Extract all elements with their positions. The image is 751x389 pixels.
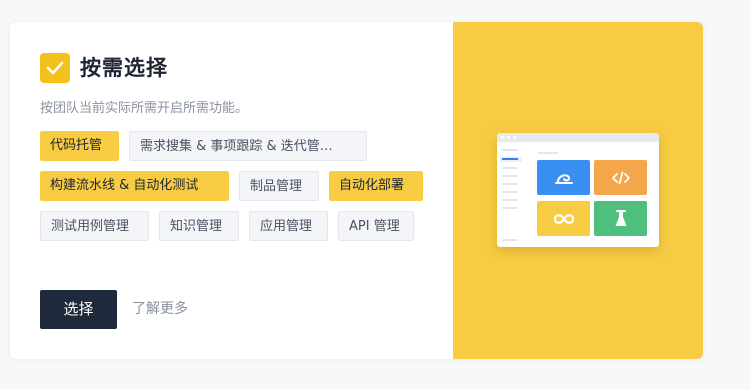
project-tile [537,160,590,195]
feature-content: 按需选择 按团队当前实际所需开启所需功能。 代码托管 需求搜集 & 事项跟踪 &… [10,22,453,359]
window-dot [513,136,516,139]
code-tile [594,160,647,195]
window-dot [507,136,510,139]
app-window-illustration [497,133,659,247]
tag-api-management[interactable]: API 管理 [338,211,414,241]
testing-tile [594,201,647,236]
sidebar-line [502,183,518,185]
check-icon [46,61,64,75]
pipeline-tile [537,201,590,236]
sidebar-line [502,149,518,151]
content-line [538,152,558,154]
flask-icon [615,209,626,226]
tag-knowledge-management[interactable]: 知识管理 [159,211,239,241]
tag-test-case-management[interactable]: 测试用例管理 [40,211,149,241]
tag-requirements-tracking[interactable]: 需求搜集 & 事项跟踪 & 迭代管… [129,131,367,161]
sidebar-active-item [500,157,522,162]
code-icon [611,171,630,184]
feature-description: 按团队当前实际所需开启所需功能。 [40,101,249,116]
sidebar-line [502,239,518,241]
tag-auto-deploy[interactable]: 自动化部署 [329,171,423,201]
infinity-icon [553,213,574,224]
feature-card: 按需选择 按团队当前实际所需开启所需功能。 代码托管 需求搜集 & 事项跟踪 &… [10,22,703,359]
window-dot [501,136,504,139]
sidebar-line [502,199,518,201]
sidebar-line [502,167,518,169]
window-titlebar [497,133,659,142]
sidebar-line [502,207,518,209]
sidebar-line [502,191,518,193]
illustration-panel [453,22,703,359]
tag-code-hosting[interactable]: 代码托管 [40,131,119,161]
project-icon [554,173,573,184]
feature-title: 按需选择 [80,56,168,80]
tag-pipeline-testing[interactable]: 构建流水线 & 自动化测试 [40,171,229,201]
learn-more-link[interactable]: 了解更多 [132,290,188,329]
sidebar-line [502,175,518,177]
select-button[interactable]: 选择 [40,290,117,329]
tag-app-management[interactable]: 应用管理 [249,211,328,241]
tag-artifact-management[interactable]: 制品管理 [239,171,319,201]
feature-checkbox[interactable] [40,53,70,83]
